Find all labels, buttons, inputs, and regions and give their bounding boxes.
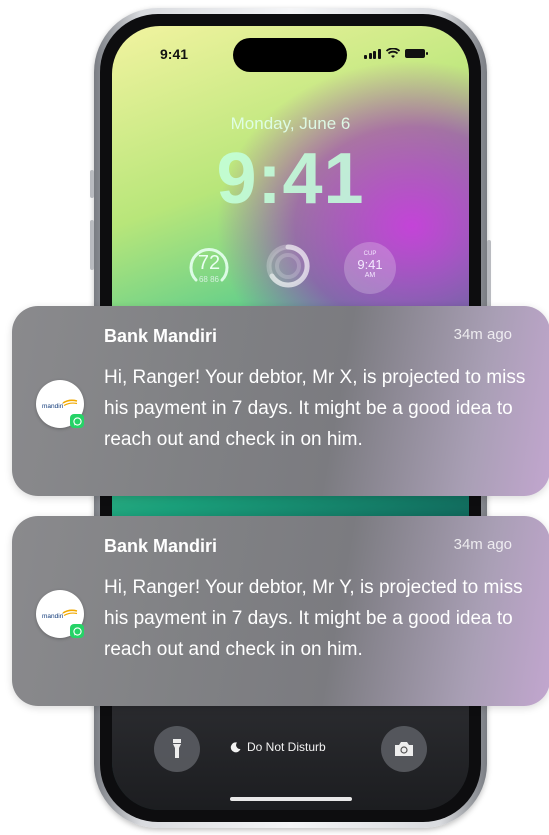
- action-button: [90, 170, 94, 198]
- svg-text:mandiri: mandiri: [42, 613, 63, 620]
- svg-text:mandiri: mandiri: [42, 403, 63, 410]
- world-clock-widget[interactable]: CUP 9:41 AM: [344, 242, 396, 294]
- temperature-value: 72: [197, 252, 221, 274]
- flashlight-button[interactable]: [154, 726, 200, 772]
- camera-icon: [395, 742, 413, 756]
- temperature-widget[interactable]: 72 68 86: [184, 240, 234, 290]
- moon-icon: [230, 741, 241, 752]
- camera-button[interactable]: [381, 726, 427, 772]
- whatsapp-badge-icon: [70, 414, 84, 428]
- notification-time: 34m ago: [453, 536, 512, 553]
- notification-app-name: Bank Mandiri: [104, 536, 218, 556]
- temperature-range: 68 86: [198, 275, 220, 284]
- whatsapp-icon: [72, 626, 82, 636]
- dynamic-island: [233, 38, 347, 72]
- status-time: 9:41: [160, 46, 189, 62]
- flashlight-icon: [173, 739, 181, 758]
- notification-app-name: Bank Mandiri: [104, 326, 218, 346]
- mandiri-whatsapp-icon: mandiri: [36, 380, 84, 428]
- mandiri-whatsapp-icon: mandiri: [36, 590, 84, 638]
- battery-icon: [404, 48, 428, 58]
- notification-card[interactable]: mandiri Bank Mandiri 34m ago Hi, Ranger!…: [12, 306, 549, 496]
- mandiri-logo-icon: mandiri: [42, 609, 78, 620]
- clock-time: 9:41: [357, 257, 383, 272]
- clock-ampm: AM: [364, 272, 376, 279]
- notification-card[interactable]: mandiri Bank Mandiri 34m ago Hi, Ranger!…: [12, 516, 549, 706]
- lock-time: 9:41: [216, 139, 365, 219]
- home-indicator[interactable]: [230, 797, 352, 801]
- volume-up-button: [90, 220, 94, 270]
- signal-icon: [364, 48, 381, 59]
- lock-date: Monday, June 6: [230, 114, 351, 133]
- mandiri-logo-icon: mandiri: [42, 399, 78, 410]
- notification-message: Hi, Ranger! Your debtor, Mr Y, is projec…: [104, 577, 523, 660]
- status-icons: [364, 46, 428, 60]
- activity-ring-widget[interactable]: [264, 242, 312, 290]
- activity-ring-icon: [266, 244, 310, 288]
- whatsapp-icon: [72, 416, 82, 426]
- do-not-disturb-indicator[interactable]: Do Not Disturb: [230, 740, 326, 754]
- whatsapp-badge-icon: [70, 624, 84, 638]
- do-not-disturb-label: Do Not Disturb: [247, 740, 326, 754]
- notification-message: Hi, Ranger! Your debtor, Mr X, is projec…: [104, 367, 526, 450]
- notification-time: 34m ago: [453, 326, 512, 343]
- wifi-icon: [385, 47, 400, 58]
